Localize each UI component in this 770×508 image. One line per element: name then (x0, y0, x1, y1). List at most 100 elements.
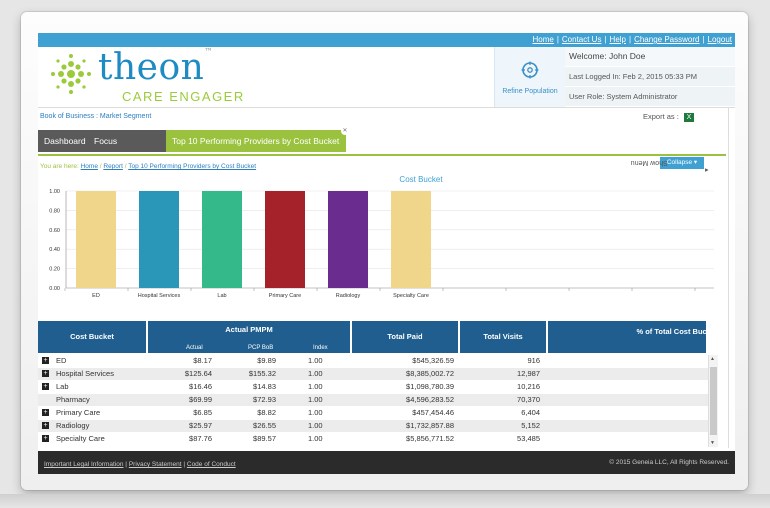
expand-row-icon[interactable]: + (42, 409, 49, 416)
cell-total-paid: $4,596,283.52 (406, 395, 454, 404)
tab-dashboard[interactable]: Dashboard (38, 130, 94, 152)
y-tick-label: 0.60 (49, 228, 60, 234)
tab-bar: Dashboard Focus Dashboard Top 10 Perform… (38, 127, 728, 168)
tab-focus-dashboard[interactable]: Focus Dashboard (88, 130, 167, 168)
refine-population-button[interactable]: Refine Population (494, 47, 566, 107)
cell-pcp-bob: $72.93 (253, 395, 276, 404)
x-tick-label: Specialty Care (393, 293, 429, 299)
header-pct-total[interactable]: % of Total Cost Bucket (548, 321, 718, 353)
table-row[interactable]: Pharmacy $69.99 $72.93 1.00 $4,596,283.52 70,… (38, 394, 708, 406)
table-row[interactable]: + Lab $16.46 $14.83 1.00 $1,098,780.39 10,216 (38, 381, 708, 393)
tab-top-10-providers[interactable]: Top 10 Performing Providers by Cost Buck… (166, 127, 349, 152)
cell-total-visits: 6,404 (521, 408, 540, 417)
export-label: Export as : (643, 112, 679, 121)
last-logged-in-text: Last Logged In: Feb 2, 2015 05:33 PM (565, 67, 735, 87)
cell-pcp-bob: $9.89 (257, 356, 276, 365)
breadcrumb: You are here: Home / Report / Top 10 Per… (40, 163, 257, 170)
cell-total-paid: $545,326.59 (412, 356, 454, 365)
collapse-label: Collapse (666, 159, 693, 166)
help-link[interactable]: Help (610, 35, 626, 44)
cost-bucket-chart: Cost Bucket 0.00 0.20 0.40 0.60 0.80 1.00 ED Hos… (49, 175, 714, 299)
footer: Important Legal Information | Privacy St… (38, 451, 735, 474)
contact-us-link[interactable]: Contact Us (562, 35, 602, 44)
expand-row-icon[interactable]: + (42, 357, 49, 364)
crosshair-icon (521, 61, 539, 79)
y-tick-label: 0.20 (49, 267, 60, 273)
scroll-up-icon[interactable]: ▲ (710, 356, 715, 362)
cell-total-visits: 12,987 (517, 369, 540, 378)
bar-lab (202, 191, 242, 288)
expand-row-icon[interactable]: + (42, 383, 49, 390)
y-tick-label: 1.00 (49, 189, 60, 195)
privacy-statement-link[interactable]: Privacy Statement (129, 461, 182, 468)
cell-actual: $8.17 (193, 356, 212, 365)
cell-index: 1.00 (308, 382, 323, 391)
header-pcp-bob[interactable]: PCP BoB (248, 345, 273, 351)
x-tick-label: Hospital Services (138, 293, 181, 299)
cell-actual: $6.85 (193, 408, 212, 417)
header-actual[interactable]: Actual (186, 345, 203, 351)
code-of-conduct-link[interactable]: Code of Conduct (187, 461, 236, 468)
table-row[interactable]: + Primary Care $6.85 $8.82 1.00 $457,454.46 6,… (38, 407, 708, 419)
cell-actual: $69.99 (189, 395, 212, 404)
breadcrumb-current-link[interactable]: Top 10 Performing Providers by Cost Buck… (128, 163, 256, 170)
table-row[interactable]: + Radiology $25.97 $26.55 1.00 $1,732,857.88 5… (38, 420, 708, 432)
x-tick-label: Radiology (336, 293, 361, 299)
expand-row-icon[interactable]: + (42, 422, 49, 429)
scroll-thumb[interactable] (710, 367, 717, 435)
x-tick-label: ED (92, 293, 100, 299)
bar-specialty-care (391, 191, 431, 288)
expand-row-icon[interactable]: + (42, 370, 49, 377)
breadcrumb-report-link[interactable]: Report (103, 163, 123, 170)
excel-export-icon[interactable]: X (683, 112, 694, 122)
close-tab-icon[interactable]: ✕ (341, 127, 349, 135)
cell-pcp-bob: $89.57 (253, 434, 276, 443)
scroll-down-icon[interactable]: ▼ (710, 440, 715, 446)
refine-population-label: Refine Population (502, 88, 558, 95)
cell-total-paid: $1,732,857.88 (406, 421, 454, 430)
cell-index: 1.00 (308, 434, 323, 443)
bar-radiology (328, 191, 368, 288)
cell-actual: $25.97 (189, 421, 212, 430)
show-menu-tab[interactable]: Show Menu ▴ (631, 108, 735, 448)
top-links: Home | Contact Us | Help | Change Password | Log… (532, 35, 732, 44)
cell-cost-bucket: Specialty Care (56, 434, 105, 443)
table-scrollbar[interactable]: ▲ ▼ (708, 355, 718, 447)
footer-links: Important Legal Information | Privacy St… (44, 461, 236, 468)
cell-total-visits: 916 (527, 356, 540, 365)
monitor-shadow (0, 494, 770, 508)
cell-total-visits: 70,370 (517, 395, 540, 404)
table-row[interactable]: + Specialty Care $87.76 $89.57 1.00 $5,856,77… (38, 433, 708, 445)
home-link[interactable]: Home (532, 35, 553, 44)
cell-total-visits: 53,485 (517, 434, 540, 443)
app-header: theon™ CARE ENGAGER Refine Population We… (38, 47, 735, 108)
header-index[interactable]: Index (313, 345, 328, 351)
expand-row-icon[interactable]: + (42, 435, 49, 442)
table-row[interactable]: + ED $8.17 $9.89 1.00 $545,326.59 916 (38, 355, 708, 367)
cell-index: 1.00 (308, 421, 323, 430)
cell-total-visits: 10,216 (517, 382, 540, 391)
book-of-business-label: Book of Business : Market Segment (40, 113, 152, 120)
breadcrumb-home-link[interactable]: Home (81, 163, 98, 170)
show-menu-label: Show Menu ▴ (630, 159, 710, 172)
logout-link[interactable]: Logout (708, 35, 732, 44)
header-total-visits[interactable]: Total Visits (460, 321, 546, 353)
cell-pcp-bob: $155.32 (248, 369, 276, 378)
change-password-link[interactable]: Change Password (634, 35, 699, 44)
table-row[interactable]: + Hospital Services $125.64 $155.32 1.00 $8,3… (38, 368, 708, 380)
legal-info-link[interactable]: Important Legal Information (44, 461, 124, 468)
header-actual-pmpm: Actual PMPM Actual PCP BoB Index (148, 321, 350, 353)
cell-cost-bucket: Primary Care (56, 408, 101, 417)
cell-actual: $16.46 (189, 382, 212, 391)
cell-total-paid: $457,454.46 (412, 408, 454, 417)
cell-pcp-bob: $14.83 (253, 382, 276, 391)
table-body: + ED $8.17 $9.89 1.00 $545,326.59 916 + Hospital… (38, 355, 708, 447)
cell-total-paid: $5,856,771.52 (406, 434, 454, 443)
header-cost-bucket[interactable]: Cost Bucket (38, 321, 146, 353)
top-nav-bar: Home | Contact Us | Help | Change Password | Log… (38, 33, 735, 47)
cell-cost-bucket: Lab (56, 382, 69, 391)
cell-index: 1.00 (308, 356, 323, 365)
cell-total-paid: $1,098,780.39 (406, 382, 454, 391)
header-total-paid[interactable]: Total Paid (352, 321, 458, 353)
cell-cost-bucket: Hospital Services (56, 369, 114, 378)
